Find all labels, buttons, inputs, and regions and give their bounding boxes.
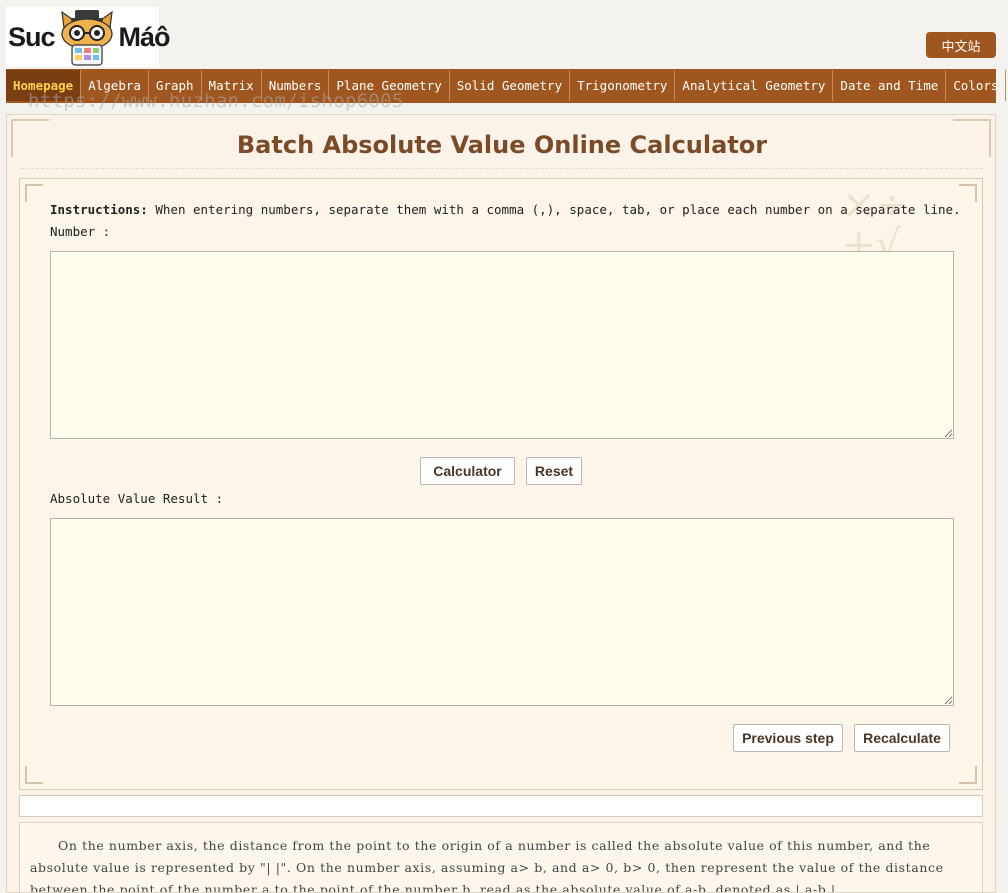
result-output[interactable] bbox=[50, 518, 954, 706]
nav-item-plane-geometry[interactable]: Plane Geometry bbox=[329, 70, 450, 101]
ad-strip bbox=[19, 795, 983, 817]
corner-ornament-icon bbox=[25, 766, 43, 784]
cat-mascot-icon bbox=[56, 8, 118, 66]
corner-ornament-icon bbox=[959, 184, 977, 202]
page-title: Batch Absolute Value Online Calculator bbox=[236, 131, 768, 159]
nav-item-matrix[interactable]: Matrix bbox=[202, 70, 262, 101]
corner-ornament-icon bbox=[959, 766, 977, 784]
title-divider bbox=[21, 168, 983, 169]
logo-text-left: Suc bbox=[8, 21, 56, 52]
nav-item-analytical-geometry[interactable]: Analytical Geometry bbox=[675, 70, 834, 101]
nav-item-trigonometry[interactable]: Trigonometry bbox=[570, 70, 676, 101]
site-logo[interactable]: Suc Máô bbox=[6, 7, 171, 67]
nav-item-date-and-time[interactable]: Date and Time bbox=[833, 70, 947, 101]
instructions-label: Instructions: bbox=[50, 202, 148, 217]
nav-item-colors[interactable]: Colors bbox=[946, 70, 1007, 101]
reset-button[interactable]: Reset bbox=[526, 457, 582, 485]
nav-item-algebra[interactable]: Algebra bbox=[81, 70, 149, 101]
nav-item-numbers[interactable]: Numbers bbox=[262, 70, 330, 101]
number-input-label: Number : bbox=[50, 224, 111, 239]
logo-text-right: Máô bbox=[118, 21, 171, 52]
description-text: On the number axis, the distance from th… bbox=[19, 822, 983, 893]
chinese-site-button[interactable]: 中文站 bbox=[926, 32, 996, 58]
corner-ornament-icon bbox=[25, 184, 43, 202]
main-nav: Homepage Algebra Graph Matrix Numbers Pl… bbox=[6, 69, 1007, 103]
nav-item-solid-geometry[interactable]: Solid Geometry bbox=[450, 70, 571, 101]
nav-item-homepage[interactable]: Homepage bbox=[6, 70, 82, 101]
calculator-panel: ×÷+√∞= Instructions: When entering numbe… bbox=[19, 178, 983, 790]
recalculate-button[interactable]: Recalculate bbox=[854, 724, 950, 752]
result-label: Absolute Value Result : bbox=[50, 491, 224, 506]
number-input[interactable] bbox=[50, 251, 954, 439]
nav-item-graph[interactable]: Graph bbox=[149, 70, 202, 101]
instructions: Instructions: When entering numbers, sep… bbox=[50, 202, 961, 217]
previous-step-button[interactable]: Previous step bbox=[733, 724, 843, 752]
instructions-text: When entering numbers, separate them wit… bbox=[147, 202, 961, 217]
calculate-button[interactable]: Calculator bbox=[420, 457, 515, 485]
